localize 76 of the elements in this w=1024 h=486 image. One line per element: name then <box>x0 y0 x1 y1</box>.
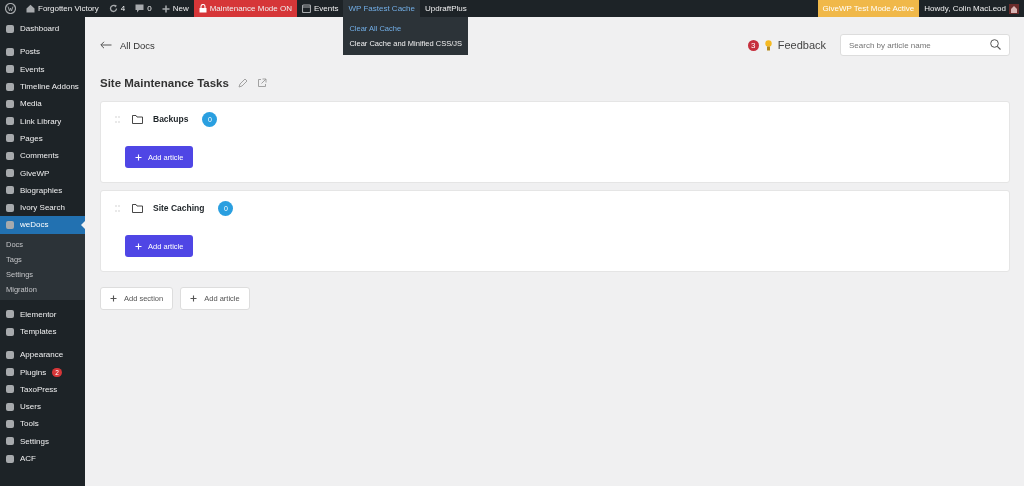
sidebar-item[interactable]: Appearance <box>0 346 85 364</box>
notification-badge: 3 <box>747 39 759 51</box>
square-icon <box>6 99 14 108</box>
square-icon <box>6 454 14 463</box>
sidebar-item[interactable]: Timeline Addons <box>0 77 85 96</box>
sidebar-item[interactable]: Link Library <box>0 112 85 130</box>
square-icon <box>6 47 14 56</box>
square-icon <box>6 134 14 143</box>
square-icon <box>6 385 14 394</box>
toolbar-item[interactable]: Events <box>296 0 344 17</box>
section-title: Site Caching <box>153 203 205 213</box>
plus-icon <box>135 153 142 161</box>
toolbar-item[interactable]: 4 <box>103 0 131 17</box>
sidebar-item[interactable]: Ivory Search <box>0 198 85 217</box>
square-icon <box>6 65 14 74</box>
square-icon <box>6 402 14 411</box>
plus-icon <box>190 295 198 302</box>
sidebar-item[interactable]: Media <box>0 95 85 113</box>
sidebar-item[interactable]: Biographies <box>0 181 85 199</box>
calendar-icon <box>301 4 311 13</box>
square-icon <box>6 117 14 126</box>
pencil-icon <box>237 78 248 88</box>
search-field[interactable]: Search by article name <box>840 34 1010 56</box>
refresh-icon <box>108 4 118 13</box>
sidebar-item[interactable]: Pages <box>0 129 85 148</box>
back-arrow-icon <box>100 41 112 49</box>
sidebar-item[interactable]: GiveWP <box>0 164 85 182</box>
section-title: Backups <box>153 114 189 124</box>
square-icon <box>6 151 14 160</box>
sidebar-item[interactable]: Elementor <box>0 305 85 323</box>
toolbar-item[interactable]: UpdraftPlus <box>420 0 472 17</box>
square-icon <box>6 310 14 319</box>
square-icon <box>6 82 14 91</box>
square-icon <box>6 186 14 195</box>
sidebar-item[interactable]: Users <box>0 398 85 416</box>
lightbulb-icon <box>764 39 772 51</box>
comment-icon <box>135 4 145 13</box>
sidebar-item[interactable]: Templates <box>0 322 85 341</box>
sidebar-item[interactable]: Tools <box>0 415 85 433</box>
square-icon <box>6 327 14 336</box>
plus-icon <box>135 242 142 250</box>
wordpress-logo-icon[interactable] <box>5 3 16 14</box>
folder-icon <box>132 114 143 124</box>
toolbar-item[interactable]: WP Fastest Cache <box>343 0 420 17</box>
search-icon <box>990 39 1001 50</box>
lock-icon <box>198 4 207 13</box>
sidebar-item[interactable]: Events <box>0 60 85 78</box>
account-menu[interactable]: Howdy, Colin MacLeod <box>919 0 1024 17</box>
sidebar-item[interactable]: Settings <box>0 432 85 450</box>
square-icon <box>6 220 14 229</box>
sidebar-item[interactable]: TaxoPress <box>0 380 85 399</box>
sidebar-item[interactable]: weDocs <box>0 216 85 234</box>
square-icon <box>6 437 14 446</box>
feedback-link[interactable]: Feedback <box>777 39 826 51</box>
avatar-icon <box>1009 3 1019 14</box>
square-icon <box>6 368 14 377</box>
plus-icon <box>161 4 170 13</box>
back-link[interactable]: All Docs <box>120 39 155 51</box>
toolbar-item[interactable]: New <box>156 0 194 17</box>
square-icon <box>6 420 14 428</box>
home-icon <box>26 4 35 13</box>
toolbar-item[interactable]: Maintenance Mode ON <box>193 0 297 17</box>
square-icon <box>6 169 14 177</box>
square-icon <box>6 350 14 359</box>
external-link-icon <box>256 78 267 88</box>
folder-icon <box>132 203 143 213</box>
square-icon <box>6 24 14 33</box>
plus-icon <box>110 295 117 302</box>
doc-title: Site Maintenance Tasks <box>100 77 229 89</box>
sidebar-item[interactable]: Dashboard <box>0 20 85 38</box>
sidebar-item[interactable]: Comments <box>0 147 85 165</box>
square-icon <box>6 203 14 212</box>
sidebar-item[interactable]: ACF <box>0 449 85 468</box>
sidebar-item[interactable]: Posts <box>0 43 85 61</box>
toolbar-item[interactable]: 0 <box>130 0 157 17</box>
toolbar-item[interactable]: Forgotten Victory <box>21 0 104 17</box>
